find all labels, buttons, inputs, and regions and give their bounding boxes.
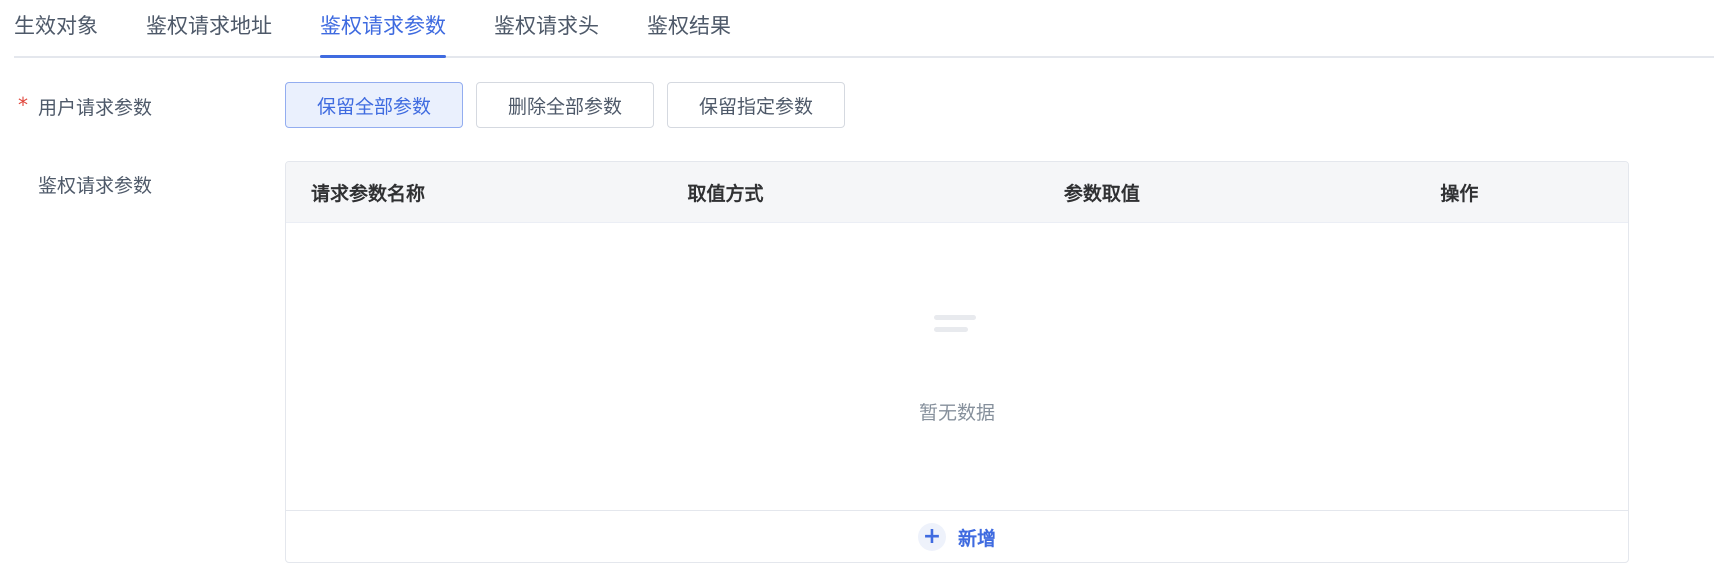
column-header-value-method: 取值方式	[687, 182, 764, 205]
delete-all-params-button[interactable]: 删除全部参数	[476, 82, 654, 128]
tab-auth-result[interactable]: 鉴权结果	[647, 0, 731, 56]
empty-state-text: 暂无数据	[918, 402, 995, 424]
tab-bar: 生效对象 鉴权请求地址 鉴权请求参数 鉴权请求头 鉴权结果	[14, 0, 1714, 58]
column-header-param-value: 参数取值	[1063, 182, 1140, 205]
table-header: 请求参数名称 取值方式 参数取值 操作	[286, 162, 1628, 223]
column-header-param-name: 请求参数名称	[311, 182, 426, 205]
required-marker: *	[18, 93, 28, 117]
param-mode-button-group: 保留全部参数 删除全部参数 保留指定参数	[285, 82, 858, 128]
add-row-button[interactable]: + 新增	[286, 511, 1628, 562]
empty-data-icon	[934, 315, 976, 337]
table-empty-state: 暂无数据	[286, 223, 1628, 511]
keep-all-params-button[interactable]: 保留全部参数	[285, 82, 463, 128]
user-params-label: 用户请求参数	[38, 97, 153, 119]
auth-params-label: 鉴权请求参数	[38, 175, 153, 197]
plus-icon: +	[917, 523, 946, 551]
keep-specified-params-button[interactable]: 保留指定参数	[667, 82, 845, 128]
tab-auth-request-params[interactable]: 鉴权请求参数	[320, 0, 446, 58]
column-header-actions: 操作	[1440, 182, 1479, 205]
tab-auth-request-headers[interactable]: 鉴权请求头	[494, 0, 599, 56]
add-row-label: 新增	[957, 527, 996, 550]
tab-auth-request-url[interactable]: 鉴权请求地址	[146, 0, 272, 56]
tab-effective-target[interactable]: 生效对象	[14, 0, 98, 56]
auth-params-table: 请求参数名称 取值方式 参数取值 操作 暂无数据 + 新增	[285, 161, 1629, 563]
